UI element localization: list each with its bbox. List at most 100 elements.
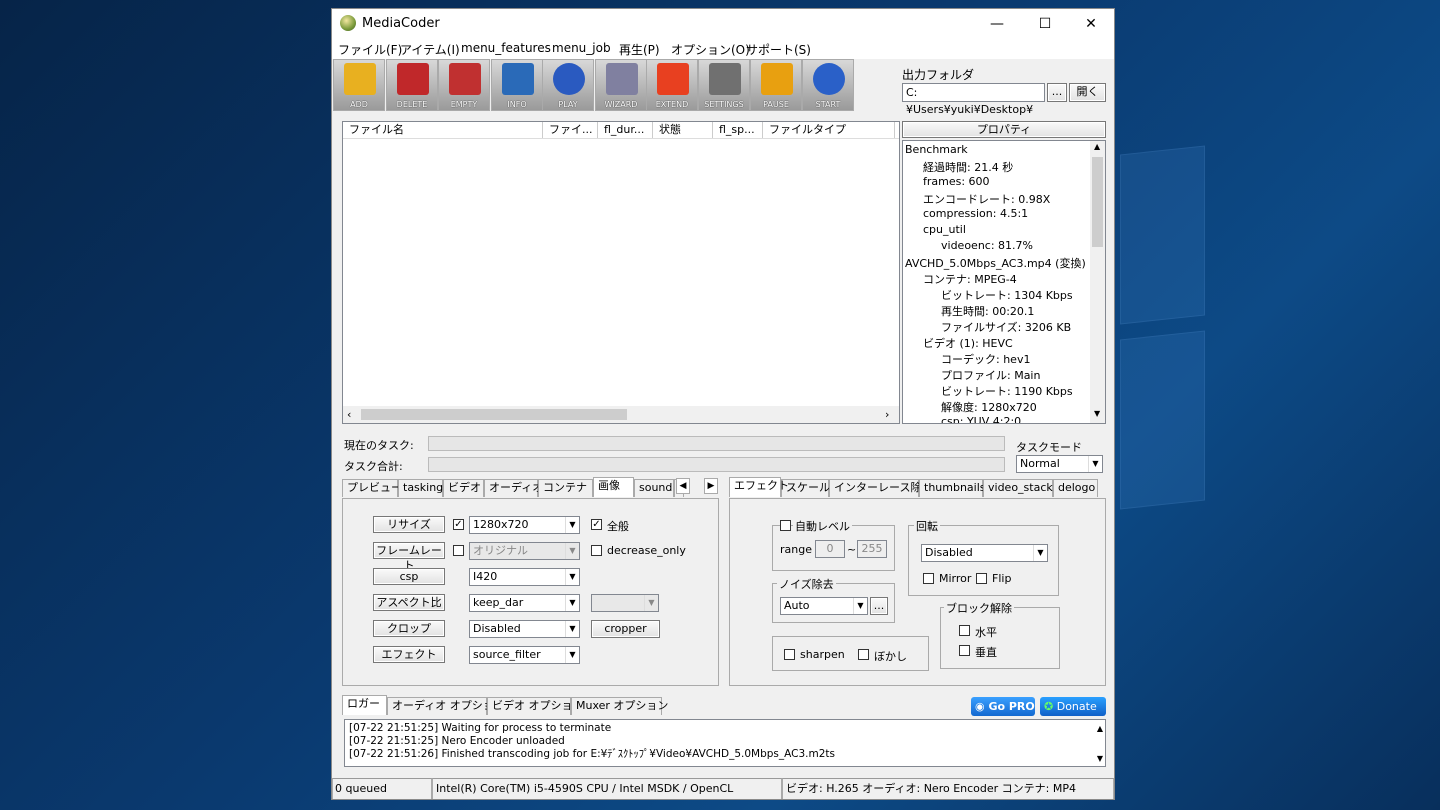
resize-checkbox[interactable]: ✓ [453,519,464,530]
aspect-select[interactable]: keep_dar ▼ [469,594,580,612]
tab-left_tabs-5[interactable]: 画像 [593,477,634,497]
scroll-down-icon[interactable]: ▼ [1094,409,1100,418]
property-item[interactable]: コーデック: hev1 [941,351,1030,367]
property-item[interactable]: 再生時間: 00:20.1 [941,303,1034,319]
open-folder-button[interactable]: 開く [1069,83,1106,102]
property-item[interactable]: コンテナ: MPEG-4 [923,271,1017,287]
property-item[interactable]: ビットレート: 1304 Kbps [941,287,1073,303]
maximize-button[interactable]: ☐ [1022,9,1068,39]
tab-left_tabs-0[interactable]: プレビュー [342,479,402,497]
donate-button[interactable]: ✪ Donate [1040,697,1106,716]
file-list[interactable]: ファイル名 ファイ... fl_dur... 状態 fl_sp... ファイルタ… [342,121,900,424]
vertical-checkbox[interactable] [959,645,970,656]
properties-header[interactable]: プロパティ [902,121,1106,138]
effect-button[interactable]: エフェクト [373,646,445,663]
scroll-down-icon[interactable]: ▼ [1097,752,1103,765]
aspect-extra-select[interactable]: ▼ [591,594,659,612]
minimize-button[interactable]: — [974,9,1020,39]
property-item[interactable]: videoenc: 81.7% [941,239,1033,252]
property-item[interactable]: csp: YUV 4:2:0 [941,415,1021,423]
tab-bottom_tabs-3[interactable]: Muxer オプション [571,697,668,715]
menu-file[interactable]: ファイル(F) [338,41,402,58]
horizontal-scrollbar[interactable]: ‹ › [343,406,899,423]
toolbar-delete-button[interactable]: DELETE [386,59,438,111]
menu-features[interactable]: menu_features [461,41,551,55]
property-item[interactable]: frames: 600 [923,175,990,188]
range-to-input[interactable]: 255 [857,540,887,558]
menu-job[interactable]: menu_job [552,41,611,55]
toolbar-settings-button[interactable]: SETTINGS [698,59,750,111]
toolbar-start-button[interactable]: START [802,59,854,111]
log-area[interactable]: [07-22 21:51:25] Waiting for process to … [344,719,1106,767]
toolbar-info-button[interactable]: INFO [491,59,543,111]
tab-left_tabs-2[interactable]: ビデオ [443,479,484,497]
properties-tree[interactable]: Benchmark 経過時間: 21.4 秒 frames: 600 エンコードレート… [902,140,1106,424]
crop-select[interactable]: Disabled ▼ [469,620,580,638]
all-checkbox[interactable]: ✓ [591,519,602,530]
scroll-thumb[interactable] [1092,157,1103,247]
framerate-select[interactable]: オリジナル ▼ [469,542,580,560]
menu-item[interactable]: アイテム(I) [400,41,460,58]
col-speed[interactable]: fl_sp... [713,122,763,138]
property-item[interactable]: 解像度: 1280x720 [941,399,1037,415]
tab-left_tabs-6[interactable]: sound [634,479,674,497]
title-bar[interactable]: MediaCoder — ☐ ✕ [332,9,1114,39]
vertical-scrollbar[interactable]: ▲ ▼ [1090,141,1105,423]
range-from-input[interactable]: 0 [815,540,845,558]
cropper-button[interactable]: cropper [591,620,660,638]
autolevel-checkbox[interactable] [780,520,791,531]
scroll-thumb[interactable] [361,409,627,420]
scroll-up-icon[interactable]: ▲ [1097,722,1103,735]
csp-select[interactable]: I420 ▼ [469,568,580,586]
scroll-up-icon[interactable]: ▲ [1094,142,1100,151]
property-item[interactable]: ビットレート: 1190 Kbps [941,383,1073,399]
decrease-only-checkbox[interactable] [591,545,602,556]
blur-checkbox[interactable] [858,649,869,660]
col-filename[interactable]: ファイル名 [343,122,543,138]
scroll-right-icon[interactable]: › [885,408,889,421]
tab-scroll-right-icon[interactable]: ▶ [704,478,718,494]
rotate-select[interactable]: Disabled ▼ [921,544,1048,562]
property-item[interactable]: エンコードレート: 0.98X [923,191,1050,207]
property-item[interactable]: Benchmark [905,143,968,156]
col-filetype[interactable]: ファイルタイプ [763,122,895,138]
toolbar-empty-button[interactable]: EMPTY [438,59,490,111]
aspect-button[interactable]: アスペクト比 [373,594,445,611]
col-status[interactable]: 状態 [653,122,713,138]
flip-checkbox[interactable] [976,573,987,584]
csp-button[interactable]: csp [373,568,445,585]
tab-right_tabs-2[interactable]: インターレース除去 [829,479,932,497]
noise-more-button[interactable]: ... [870,597,888,615]
effect-select[interactable]: source_filter ▼ [469,646,580,664]
property-item[interactable]: プロファイル: Main [941,367,1040,383]
resize-select[interactable]: 1280x720 ▼ [469,516,580,534]
tab-left_tabs-3[interactable]: オーディオ [484,479,543,497]
tab-right_tabs-0[interactable]: エフェクト [729,477,789,497]
noise-select[interactable]: Auto ▼ [780,597,868,615]
tab-right_tabs-3[interactable]: thumbnails [919,479,986,497]
browse-button[interactable]: ... [1047,83,1067,102]
menu-play[interactable]: 再生(P) [619,41,660,58]
tab-left_tabs-4[interactable]: コンテナ [538,479,593,497]
horizontal-checkbox[interactable] [959,625,970,636]
property-item[interactable]: 経過時間: 21.4 秒 [923,159,1013,175]
sharpen-checkbox[interactable] [784,649,795,660]
tab-bottom_tabs-2[interactable]: ビデオ オプション [487,697,584,715]
task-mode-select[interactable]: Normal ▼ [1016,455,1103,473]
tab-bottom_tabs-0[interactable]: ロガー [342,695,387,715]
toolbar-add-button[interactable]: ADD [333,59,385,111]
property-item[interactable]: ファイルサイズ: 3206 KB [941,319,1071,335]
scroll-left-icon[interactable]: ‹ [347,408,351,421]
tab-right_tabs-4[interactable]: video_stack [983,479,1053,497]
go-pro-button[interactable]: ◉ Go PRO [971,697,1035,716]
framerate-button[interactable]: フレームレート [373,542,445,572]
property-item[interactable]: AVCHD_5.0Mbps_AC3.mp4 (変換) [905,255,1086,271]
crop-button[interactable]: クロップ [373,620,445,637]
tab-left_tabs-1[interactable]: tasking [398,479,443,497]
col-duration[interactable]: fl_dur... [598,122,653,138]
framerate-checkbox[interactable] [453,545,464,556]
output-folder-input[interactable]: C:¥Users¥yuki¥Desktop¥ [902,83,1045,116]
menu-options[interactable]: オプション(O) [671,41,750,58]
toolbar-play-button[interactable]: PLAY [542,59,594,111]
tab-right_tabs-5[interactable]: delogo [1053,479,1098,497]
